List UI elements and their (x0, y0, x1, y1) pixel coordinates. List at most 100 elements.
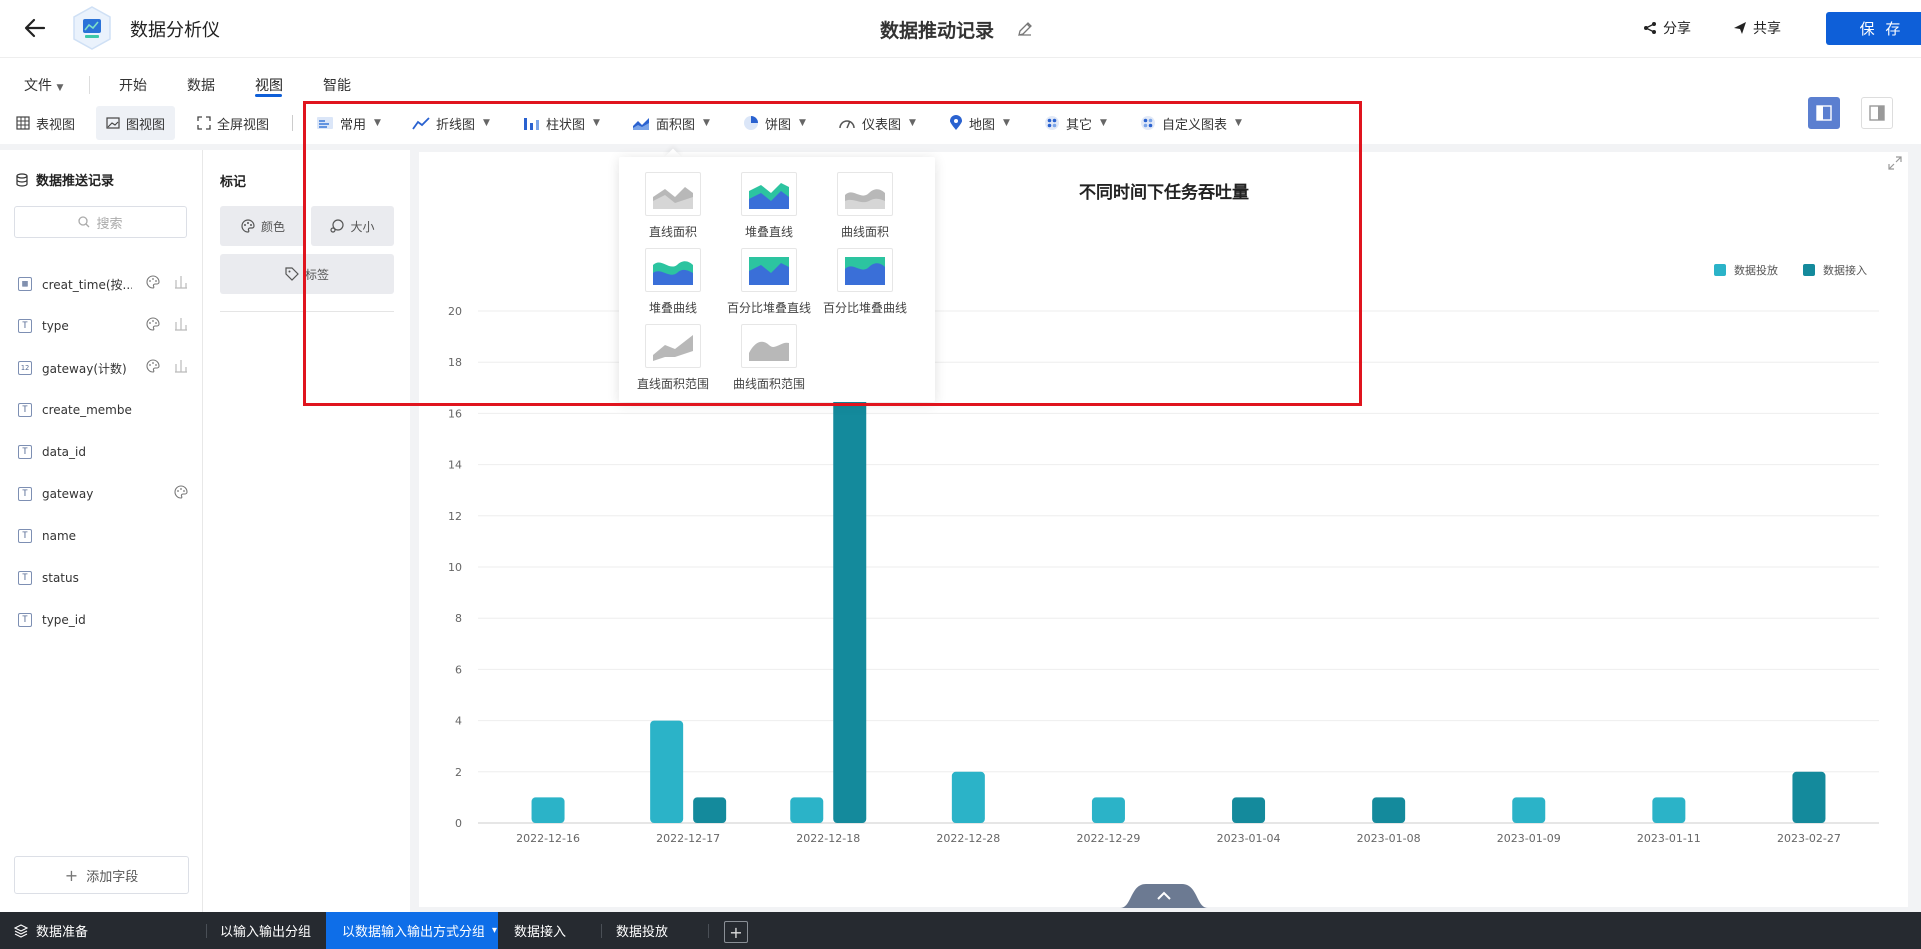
bar-data-input (833, 387, 867, 823)
add-sheet-button[interactable]: + (724, 921, 748, 943)
bar-chart-icon[interactable] (174, 275, 188, 289)
text-field-icon: T (18, 571, 32, 585)
palette-icon[interactable] (146, 275, 160, 289)
add-field-label: 添加字段 (86, 869, 139, 885)
field-name: gateway(计数) (42, 361, 127, 376)
tab-separator (708, 924, 709, 938)
bar-data-output (531, 797, 565, 823)
layout-split-button[interactable] (1808, 97, 1840, 129)
bar-data-input (693, 797, 727, 823)
field-item[interactable]: 12 gateway(计数) (18, 358, 188, 378)
menu-view[interactable]: 视图 (255, 75, 283, 95)
number-field-icon: 12 (18, 361, 32, 375)
toolbar-divider (292, 115, 293, 131)
tab-separator (601, 924, 602, 938)
field-tools (174, 485, 188, 499)
chevron-down-icon: ▾ (492, 925, 498, 936)
sheet-tab-data-output[interactable]: 数据投放 (616, 912, 668, 949)
field-tools (146, 275, 188, 289)
share-label: 分享 (1663, 21, 1691, 37)
layout-right-button[interactable] (1861, 97, 1893, 129)
field-item[interactable]: Tname (18, 526, 188, 546)
table-view-button[interactable]: 表视图 (16, 106, 75, 140)
y-tick-label: 2 (455, 766, 462, 779)
menu-data[interactable]: 数据 (187, 75, 215, 95)
layout-left-icon (1816, 105, 1832, 121)
sheet-tab-io-group[interactable]: 以输入输出分组 (220, 912, 311, 949)
tab-separator (206, 924, 207, 938)
x-tick-label: 2022-12-28 (936, 832, 1000, 845)
bar-chart-icon[interactable] (174, 317, 188, 331)
x-tick-label: 2022-12-18 (796, 832, 860, 845)
text-field-icon: T (18, 613, 32, 627)
field-search-input[interactable]: 搜索 (14, 206, 187, 238)
expand-icon[interactable] (1888, 156, 1902, 170)
y-tick-label: 4 (455, 715, 462, 728)
menu-smart[interactable]: 智能 (323, 75, 351, 95)
field-item[interactable]: Tgateway (18, 484, 188, 504)
field-name: create_member (42, 403, 132, 417)
y-tick-label: 12 (448, 510, 462, 523)
x-tick-label: 2023-01-08 (1357, 832, 1421, 845)
field-item[interactable]: ▦ creat_time(按... (18, 274, 188, 294)
collapse-panel-tab[interactable] (1120, 884, 1208, 908)
legend-label: 数据投放 (1734, 263, 1778, 277)
dataset-title: 数据推送记录 (16, 170, 114, 189)
field-name: creat_time(按... (42, 277, 132, 292)
text-field-icon: T (18, 529, 32, 543)
share-icon (1644, 22, 1656, 34)
sheet-tab-io-method-group[interactable]: 以数据输入输出方式分组 ▾ (326, 912, 498, 949)
app-logo-icon (71, 5, 113, 51)
x-tick-label: 2023-01-04 (1217, 832, 1281, 845)
collaborate-label: 共享 (1753, 21, 1781, 37)
bar-data-output (650, 720, 684, 823)
palette-icon[interactable] (146, 359, 160, 373)
field-tools (146, 359, 188, 373)
x-tick-label: 2023-01-11 (1637, 832, 1701, 845)
sheet-tab-io-method-label: 以数据输入输出方式分组 (342, 925, 484, 940)
bar-data-input (1372, 797, 1406, 823)
x-tick-label: 2022-12-16 (516, 832, 580, 845)
dataset-title-label: 数据推送记录 (36, 174, 115, 189)
save-button[interactable]: 保 存 (1826, 12, 1921, 45)
palette-icon[interactable] (146, 317, 160, 331)
add-field-button[interactable]: + 添加字段 (14, 856, 189, 894)
field-item[interactable]: Ttype_id (18, 610, 188, 630)
menu-start[interactable]: 开始 (119, 75, 147, 95)
table-icon (16, 116, 30, 130)
share-button[interactable]: 分享 (1643, 17, 1691, 39)
text-field-icon: T (18, 403, 32, 417)
field-name: status (42, 571, 79, 585)
legend-label: 数据接入 (1823, 263, 1867, 277)
bar-chart-icon[interactable] (174, 359, 188, 373)
table-view-label: 表视图 (36, 117, 76, 133)
image-icon (106, 117, 120, 129)
field-item[interactable]: Ttype (18, 316, 188, 336)
menu-file[interactable]: 文件 ▼ (24, 75, 63, 95)
graph-view-label: 图视图 (126, 117, 166, 133)
mark-color-button[interactable]: 颜色 (220, 206, 306, 246)
sheet-tab-data-input[interactable]: 数据接入 (514, 912, 566, 949)
fullscreen-view-button[interactable]: 全屏视图 (197, 106, 269, 140)
bar-data-output (1091, 797, 1125, 823)
database-icon (16, 172, 28, 187)
collaborate-button[interactable]: 共享 (1733, 17, 1781, 39)
palette-icon[interactable] (174, 485, 188, 499)
layout-right-icon (1869, 105, 1885, 121)
y-tick-label: 14 (448, 459, 462, 472)
data-prep-tab[interactable]: 数据准备 (14, 912, 88, 949)
document-title: 数据推动记录 (880, 20, 995, 42)
x-tick-label: 2022-12-17 (656, 832, 720, 845)
legend-swatch (1714, 264, 1726, 276)
field-item[interactable]: Tdata_id (18, 442, 188, 462)
edit-pencil-icon[interactable] (1016, 20, 1034, 38)
field-item[interactable]: Tcreate_member (18, 400, 188, 420)
y-tick-label: 16 (448, 407, 462, 420)
field-item[interactable]: Tstatus (18, 568, 188, 588)
graph-view-button[interactable]: 图视图 (96, 106, 176, 140)
mark-title: 标记 (220, 175, 247, 190)
menu-divider (89, 76, 90, 94)
back-arrow-icon[interactable] (20, 13, 50, 43)
bar-data-input (1232, 797, 1266, 823)
palette-icon (241, 219, 255, 233)
